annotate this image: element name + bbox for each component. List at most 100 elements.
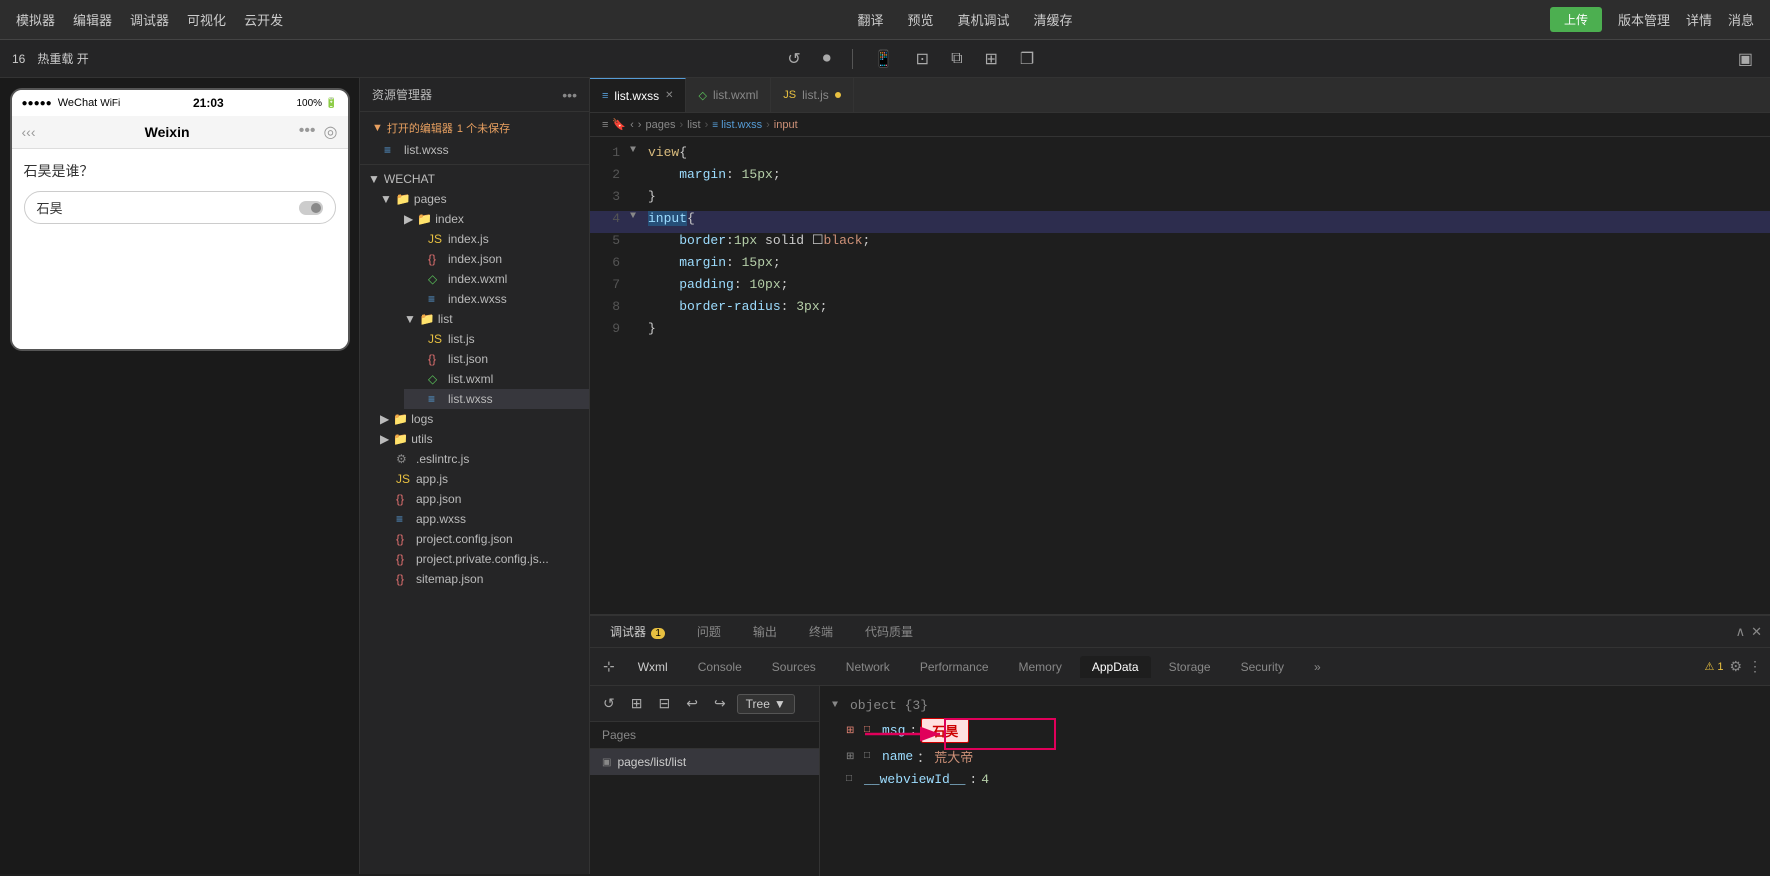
- more-dots-icon[interactable]: •••: [299, 122, 316, 142]
- split-icon[interactable]: ⧉: [946, 48, 967, 70]
- file-list-wxml[interactable]: ◇ list.wxml: [404, 369, 589, 389]
- undo-icon[interactable]: ↩: [681, 692, 703, 715]
- wxml-icon-list: ◇: [428, 372, 442, 386]
- tree-folder-list[interactable]: ▼ 📁 list: [384, 309, 589, 329]
- debug-tab-quality[interactable]: 代码质量: [853, 619, 925, 644]
- redo-icon[interactable]: ↪: [709, 692, 731, 715]
- refresh-icon[interactable]: ↺: [782, 47, 805, 71]
- devtools-more-tabs[interactable]: »: [1302, 656, 1333, 678]
- menu-realdevice[interactable]: 真机调试: [958, 10, 1010, 29]
- search-circle-icon[interactable]: ◎: [324, 122, 338, 142]
- expand-icon[interactable]: ⊞: [626, 692, 648, 715]
- tree-root-wechat[interactable]: ▼ WECHAT: [360, 169, 589, 189]
- menu-versionmgr[interactable]: 版本管理: [1618, 10, 1670, 29]
- devtools-console-tab[interactable]: Console: [686, 656, 754, 678]
- phone-icon[interactable]: 📱: [869, 47, 899, 71]
- collapse-pages-icon[interactable]: ⊟: [653, 692, 675, 715]
- menu-detail[interactable]: 详情: [1686, 10, 1712, 29]
- expand-obj-icon[interactable]: ▼: [832, 700, 846, 711]
- page-list-item[interactable]: ▣ pages/list/list: [590, 749, 819, 775]
- hotreload-toggle[interactable]: 热重载 开: [37, 50, 88, 67]
- file-list-json[interactable]: {} list.json: [404, 349, 589, 369]
- file-index-wxml[interactable]: ◇ index.wxml: [404, 269, 589, 289]
- file-list-js[interactable]: JS list.js: [404, 329, 589, 349]
- tab-list-wxss[interactable]: ≡ list.wxss ✕: [590, 78, 686, 112]
- devtools-performance-tab[interactable]: Performance: [908, 656, 1001, 678]
- file-app-json[interactable]: {} app.json: [372, 489, 589, 509]
- devtools-sources-tab[interactable]: Sources: [760, 656, 828, 678]
- menu-simulator[interactable]: 模拟器: [16, 10, 55, 29]
- menu-clearcache[interactable]: 清缓存: [1034, 10, 1073, 29]
- code-line-1: 1▼view{: [590, 145, 1770, 167]
- collapse-icon[interactable]: ∧: [1736, 624, 1746, 640]
- filetree-more-icon[interactable]: •••: [562, 87, 577, 103]
- devtools-network-tab[interactable]: Network: [834, 656, 902, 678]
- tree-toggle-button[interactable]: Tree ▼: [737, 694, 795, 714]
- line-code[interactable]: margin: 15px;: [648, 167, 1770, 182]
- devtools-appdata-tab[interactable]: AppData: [1080, 656, 1151, 678]
- data-name-row[interactable]: ⊞ □ name ： 荒大帝: [828, 745, 1762, 768]
- debug-tab-output[interactable]: 输出: [741, 619, 789, 644]
- tree-folder-pages[interactable]: ▼ 📁 pages: [372, 189, 589, 209]
- debug-tab-issues[interactable]: 问题: [685, 619, 733, 644]
- copy-icon[interactable]: ❐: [1015, 47, 1039, 71]
- file-index-wxss[interactable]: ≡ index.wxss: [404, 289, 589, 309]
- file-project-private[interactable]: {} project.private.config.js...: [372, 549, 589, 569]
- opened-file-list-wxss[interactable]: ≡ list.wxss: [360, 140, 589, 160]
- devtools-security-tab[interactable]: Security: [1229, 656, 1296, 678]
- file-list-wxss[interactable]: ≡ list.wxss: [404, 389, 589, 409]
- line-code[interactable]: margin: 15px;: [648, 255, 1770, 270]
- breadcrumb-back-icon[interactable]: ‹: [630, 119, 634, 131]
- line-code[interactable]: border-radius: 3px;: [648, 299, 1770, 314]
- file-sitemap[interactable]: {} sitemap.json: [372, 569, 589, 589]
- file-index-js[interactable]: JS index.js: [404, 229, 589, 249]
- settings-gear-icon[interactable]: ⚙: [1729, 658, 1742, 675]
- close-debug-icon[interactable]: ✕: [1751, 624, 1762, 640]
- devtools-memory-tab[interactable]: Memory: [1007, 656, 1074, 678]
- phone-input-toggle[interactable]: [299, 201, 323, 215]
- debug-tab-debugger[interactable]: 调试器 1: [598, 619, 677, 644]
- data-key-webviewid: __webviewId__: [864, 772, 965, 787]
- menu-translate[interactable]: 翻译: [857, 10, 883, 29]
- data-msg-row[interactable]: ⊞ □ msg : 石昊: [828, 716, 1762, 745]
- line-code[interactable]: border:1px solid ☐black;: [648, 233, 1770, 248]
- file-project-config[interactable]: {} project.config.json: [372, 529, 589, 549]
- menu-preview[interactable]: 预览: [907, 10, 933, 29]
- line-code[interactable]: input{: [648, 211, 1770, 226]
- tab-close-wxss[interactable]: ✕: [665, 90, 673, 101]
- devtools-wxml-tab[interactable]: Wxml: [626, 656, 680, 678]
- line-code[interactable]: }: [648, 321, 1770, 336]
- line-code[interactable]: view{: [648, 145, 1770, 160]
- file-app-js[interactable]: JS app.js: [372, 469, 589, 489]
- line-code[interactable]: }: [648, 189, 1770, 204]
- devtools-storage-tab[interactable]: Storage: [1157, 656, 1223, 678]
- line-code[interactable]: padding: 10px;: [648, 277, 1770, 292]
- sidebar-toggle-icon[interactable]: ▣: [1733, 47, 1758, 71]
- menu-cloud[interactable]: 云开发: [244, 10, 283, 29]
- phone-input-box[interactable]: 石昊: [24, 191, 336, 224]
- menu-visual[interactable]: 可视化: [187, 10, 226, 29]
- tree-folder-utils[interactable]: ▶ 📁 utils: [372, 429, 589, 449]
- menu-debugger[interactable]: 调试器: [130, 10, 169, 29]
- cursor-tool-icon[interactable]: ⊹: [598, 655, 620, 678]
- file-index-json[interactable]: {} index.json: [404, 249, 589, 269]
- tree-folder-index[interactable]: ▶ 📁 index: [384, 209, 589, 229]
- file-eslintrc[interactable]: ⚙ .eslintrc.js: [372, 449, 589, 469]
- tab-list-wxml[interactable]: ◇ list.wxml: [686, 78, 771, 112]
- refresh-pages-icon[interactable]: ↺: [598, 692, 620, 715]
- devtools-more-icon[interactable]: ⋮: [1748, 658, 1762, 675]
- upload-button[interactable]: 上传: [1550, 7, 1602, 32]
- menu-msg[interactable]: 消息: [1728, 10, 1754, 29]
- breadcrumb-sep-2: ›: [705, 119, 709, 131]
- debug-tab-terminal[interactable]: 终端: [797, 619, 845, 644]
- tree-folder-logs[interactable]: ▶ 📁 logs: [372, 409, 589, 429]
- data-webviewid-row[interactable]: □ __webviewId__ : 4: [828, 768, 1762, 790]
- file-app-wxss[interactable]: ≡ app.wxss: [372, 509, 589, 529]
- grid-icon[interactable]: ⊞: [980, 47, 1003, 71]
- breadcrumb-forward-icon[interactable]: ›: [638, 119, 642, 131]
- tab-list-js[interactable]: JS list.js: [771, 78, 854, 112]
- layout-icon[interactable]: ⊡: [911, 47, 934, 71]
- menu-editor[interactable]: 编辑器: [73, 10, 112, 29]
- stop-icon[interactable]: ⏺: [818, 48, 836, 70]
- back-icon[interactable]: ‹‹‹: [22, 124, 36, 140]
